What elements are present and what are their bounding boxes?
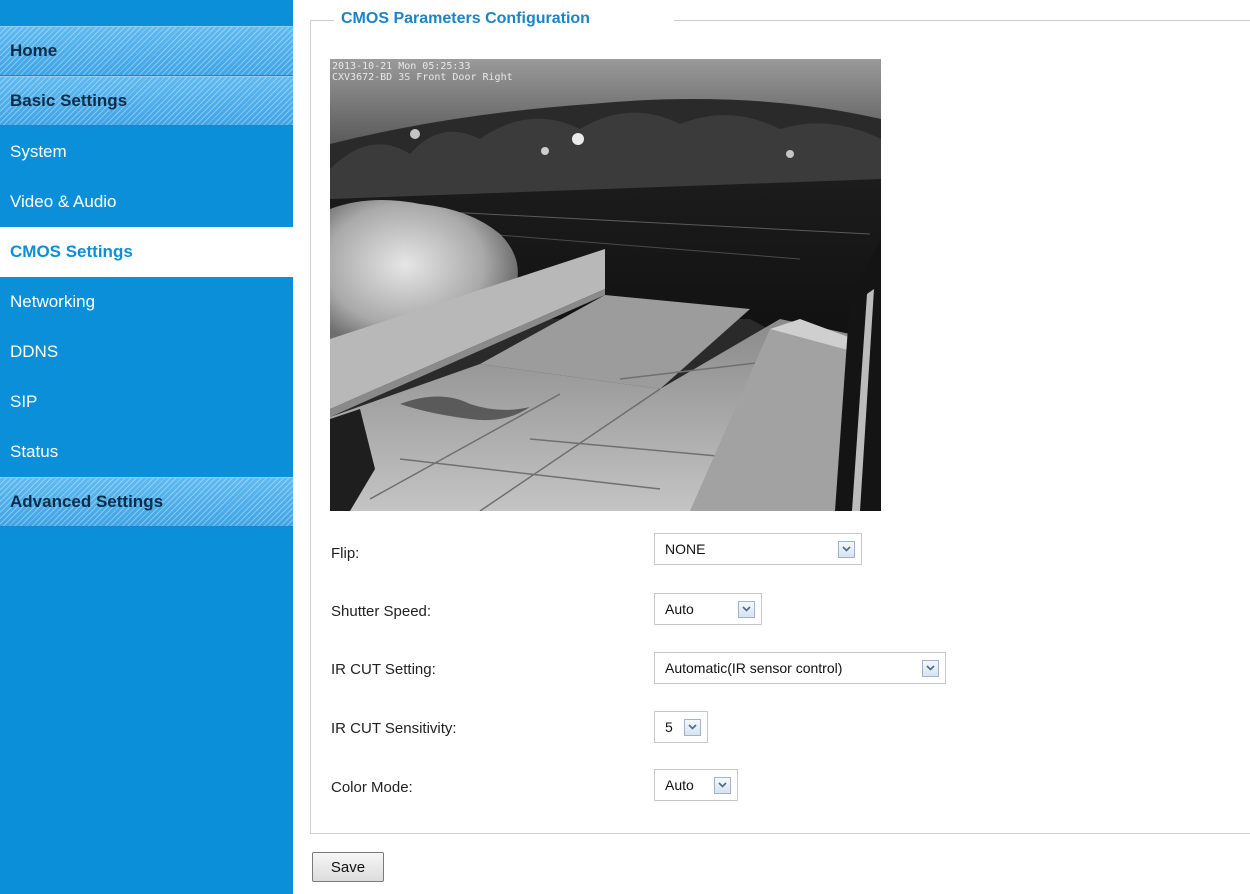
ir-cut-sensitivity-select[interactable]: 5: [654, 711, 708, 743]
ir-cut-sensitivity-label: IR CUT Sensitivity:: [331, 720, 457, 737]
color-mode-label: Color Mode:: [331, 779, 413, 796]
shutter-speed-label: Shutter Speed:: [331, 603, 432, 620]
sidebar-item-status[interactable]: Status: [0, 427, 293, 477]
sidebar-item-advanced-settings[interactable]: Advanced Settings: [0, 477, 293, 527]
save-button[interactable]: Save: [312, 852, 384, 882]
color-mode-select[interactable]: Auto: [654, 769, 738, 801]
fieldset-border-top-right: [674, 20, 1250, 21]
chevron-down-icon: [684, 718, 701, 736]
sidebar-item-label: DDNS: [10, 342, 59, 361]
camera-osd-camera-name: CXV3672-BD 3S Front Door Right: [332, 72, 513, 83]
fieldset-border-left: [310, 20, 311, 833]
camera-osd-timestamp: 2013-10-21 Mon 05:25:33: [332, 61, 471, 72]
sidebar-item-label: SIP: [10, 392, 38, 411]
sidebar-item-label: System: [10, 142, 67, 161]
shutter-speed-select[interactable]: Auto: [654, 593, 762, 625]
sidebar-item-home[interactable]: Home: [0, 26, 293, 76]
camera-osd-text: 2013-10-21 Mon 05:25:33 CXV3672-BD 3S Fr…: [332, 61, 513, 83]
chevron-down-icon: [714, 776, 731, 794]
flip-select-value: NONE: [665, 541, 706, 557]
sidebar-item-cmos-settings[interactable]: CMOS Settings: [0, 227, 293, 277]
camera-preview: 2013-10-21 Mon 05:25:33 CXV3672-BD 3S Fr…: [330, 59, 881, 511]
ir-cut-setting-label: IR CUT Setting:: [331, 661, 436, 678]
camera-scene-image: [330, 59, 881, 511]
sidebar-item-ddns[interactable]: DDNS: [0, 327, 293, 377]
sidebar-item-basic-settings[interactable]: Basic Settings: [0, 76, 293, 126]
flip-select[interactable]: NONE: [654, 533, 862, 565]
sidebar-item-label: Networking: [10, 292, 96, 311]
fieldset-border-top-left: [310, 20, 334, 21]
chevron-down-icon: [838, 540, 855, 558]
sidebar-item-video-audio[interactable]: Video & Audio: [0, 177, 293, 227]
ir-cut-setting-select-value: Automatic(IR sensor control): [665, 660, 843, 676]
sidebar-item-sip[interactable]: SIP: [0, 377, 293, 427]
flip-label: Flip:: [331, 545, 360, 562]
sidebar-item-label: Status: [10, 442, 59, 461]
sidebar-item-networking[interactable]: Networking: [0, 277, 293, 327]
ir-cut-sensitivity-select-value: 5: [665, 719, 673, 735]
color-mode-select-value: Auto: [665, 777, 694, 793]
chevron-down-icon: [738, 600, 755, 618]
ir-cut-setting-select[interactable]: Automatic(IR sensor control): [654, 652, 946, 684]
shutter-speed-select-value: Auto: [665, 601, 694, 617]
sidebar-item-label: CMOS Settings: [10, 242, 133, 261]
fieldset-legend: CMOS Parameters Configuration: [341, 10, 590, 27]
sidebar-item-label: Video & Audio: [10, 192, 117, 211]
fieldset-border-bottom: [310, 833, 1250, 834]
sidebar-item-label: Basic Settings: [10, 91, 128, 110]
sidebar-item-system[interactable]: System: [0, 127, 293, 177]
sidebar-item-label: Home: [10, 41, 58, 60]
sidebar-item-label: Advanced Settings: [10, 492, 164, 511]
chevron-down-icon: [922, 659, 939, 677]
sidebar: Home Basic Settings System Video & Audio…: [0, 0, 293, 894]
